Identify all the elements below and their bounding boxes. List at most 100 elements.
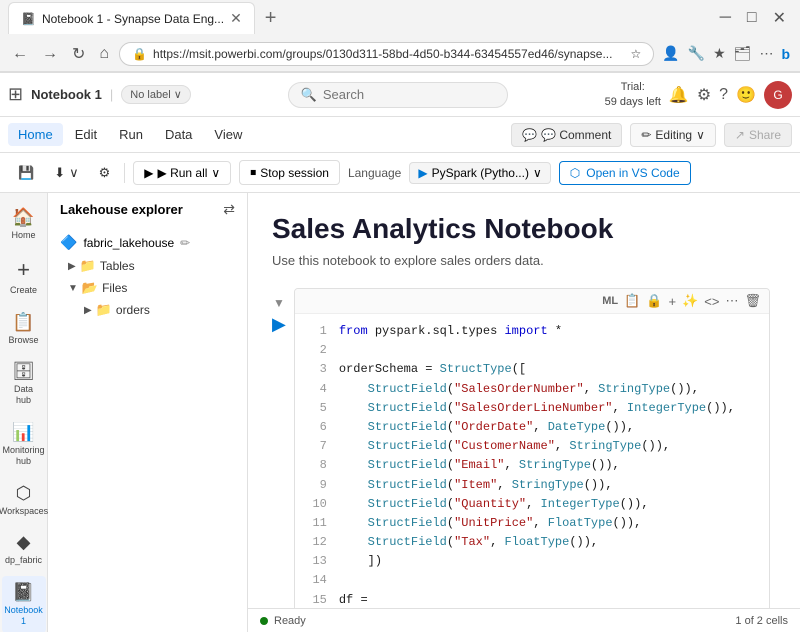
download-button[interactable]: ⬇ ∨ [48, 161, 84, 185]
notebook-title: Sales Analytics Notebook [272, 213, 770, 245]
label-chevron: ∨ [174, 89, 182, 101]
notebook-scroll[interactable]: Sales Analytics Notebook Use this notebo… [248, 193, 800, 608]
browser-chrome: 📓 Notebook 1 - Synapse Data Eng... ✕ + ─… [0, 0, 800, 73]
top-nav: ⊞ Notebook 1 | No label ∨ 🔍 Trial: 59 da… [0, 73, 800, 117]
sidebar-item-browse[interactable]: 📋 Browse [2, 306, 46, 352]
ribbon-tab-data[interactable]: Data [155, 123, 202, 146]
open-vs-code-button[interactable]: ⬡ Open in VS Code [559, 161, 691, 185]
extensions-icon[interactable]: 🔧 [686, 43, 707, 64]
help-button[interactable]: ? [719, 86, 728, 104]
tree-item-files[interactable]: ▼ 📂 Files [48, 277, 247, 299]
files-folder-icon: 📂 [82, 280, 98, 296]
sidebar-item-datahub[interactable]: 🗄 Data hub [2, 355, 46, 412]
create-icon: + [17, 257, 30, 283]
maximize-button[interactable]: □ [741, 7, 763, 29]
sidebar-item-monitoring[interactable]: 📊 Monitoring hub [2, 416, 46, 473]
cell-copy-button[interactable]: 📋 [624, 293, 640, 309]
code-line-9: 9 StructField("Item", StringType()), [307, 476, 757, 495]
waffle-icon[interactable]: ⊞ [8, 84, 23, 105]
browser-settings-icon[interactable]: ⋯ [757, 43, 775, 64]
editing-label: Editing [655, 128, 692, 142]
tab-close-button[interactable]: ✕ [230, 10, 242, 27]
ribbon-tab-run[interactable]: Run [109, 123, 153, 146]
favorites-icon[interactable]: ★ [711, 43, 728, 64]
lang-value: PySpark (Pytho...) [432, 166, 529, 180]
share-icon: ↗ [735, 128, 745, 142]
sidebar-item-workspaces[interactable]: ⬡ Workspaces [2, 477, 46, 523]
collections-icon[interactable]: 🗂 [732, 43, 754, 64]
code-line-15: 15 df = spark.read.format("csv").schema(… [307, 591, 757, 608]
trial-badge: Trial: 59 days left [605, 80, 661, 109]
explorer-header: Lakehouse explorer ⇄ [48, 193, 247, 226]
orders-folder-icon: 📁 [96, 302, 112, 318]
orders-arrow-icon: ▶ [84, 305, 92, 316]
cell-delete-button[interactable]: 🗑 [744, 293, 761, 309]
status-cells-label: 1 of 2 cells [735, 615, 788, 627]
run-all-button[interactable]: ▶ ▶ Run all ∨ [133, 161, 231, 185]
sidebar-workspaces-label: Workspaces [0, 506, 48, 517]
forward-button[interactable]: → [38, 43, 62, 65]
cell-expand-icon[interactable]: ▼ [273, 296, 285, 310]
tables-arrow-icon: ▶ [68, 261, 76, 272]
comment-button[interactable]: 💬 💬 Comment [511, 123, 622, 147]
avatar[interactable]: G [764, 81, 792, 109]
lakehouse-edit-icon[interactable]: ✏ [180, 236, 190, 250]
save-button[interactable]: 💾 [12, 161, 40, 185]
tree-item-orders[interactable]: ▶ 📁 orders [48, 299, 247, 321]
search-input[interactable] [323, 87, 443, 102]
stop-session-button[interactable]: ⏹ Stop session [239, 160, 340, 185]
back-button[interactable]: ← [8, 43, 32, 65]
lakehouse-item[interactable]: 🔷 fabric_lakehouse ✏ [48, 230, 247, 255]
cell-ml-button[interactable]: ML [602, 295, 618, 307]
code-line-11: 11 StructField("UnitPrice", FloatType())… [307, 514, 757, 533]
home-button[interactable]: ⌂ [95, 43, 113, 65]
workspaces-icon: ⬡ [16, 483, 32, 504]
minimize-button[interactable]: ─ [714, 7, 737, 29]
label-badge[interactable]: No label ∨ [121, 85, 190, 104]
url-field[interactable]: 🔒 https://msit.powerbi.com/groups/0130d3… [119, 42, 654, 66]
notifications-button[interactable]: 🔔 [669, 85, 689, 105]
comment-icon: 💬 [522, 128, 537, 142]
explorer-collapse-button[interactable]: ⇄ [223, 201, 235, 218]
cell-settings-button[interactable]: ⚙ [93, 161, 117, 185]
sidebar-item-notebook[interactable]: 📓 Notebook 1 [2, 576, 46, 632]
home-icon: 🏠 [12, 207, 34, 228]
notebook-subtitle: Use this notebook to explore sales order… [272, 253, 770, 268]
cell-code[interactable]: 1 from pyspark.sql.types import * 2 3 or [295, 314, 769, 608]
cell-lock-button[interactable]: 🔒 [646, 293, 662, 309]
cell-code-button[interactable]: <> [704, 294, 719, 309]
cell-add-button[interactable]: + [669, 294, 677, 309]
share-button[interactable]: ↗ Share [724, 123, 792, 147]
sidebar-item-dp-fabric[interactable]: ◆ dp_fabric [2, 526, 46, 572]
ribbon-tab-edit[interactable]: Edit [65, 123, 107, 146]
code-line-8: 8 StructField("Email", StringType()), [307, 456, 757, 475]
ribbon-tab-view[interactable]: View [204, 123, 252, 146]
language-selector[interactable]: ▶ PySpark (Pytho...) ∨ [409, 162, 550, 184]
sidebar-item-create[interactable]: + Create [2, 251, 46, 302]
feedback-button[interactable]: 🙂 [736, 85, 756, 105]
search-box[interactable]: 🔍 [288, 82, 508, 108]
tree-item-tables[interactable]: ▶ 📁 Tables [48, 255, 247, 277]
search-icon: 🔍 [301, 87, 317, 103]
cell-toolbar: ML 📋 🔒 + ✨ <> ⋯ 🗑 [295, 289, 769, 314]
explorer-body: 🔷 fabric_lakehouse ✏ ▶ 📁 Tables ▼ 📂 File… [48, 226, 247, 632]
star-icon[interactable]: ☆ [630, 47, 641, 61]
code-line-12: 12 StructField("Tax", FloatType()), [307, 533, 757, 552]
explorer-panel: Lakehouse explorer ⇄ 🔷 fabric_lakehouse … [48, 193, 248, 632]
editing-button[interactable]: ✏ Editing ∨ [630, 123, 716, 147]
settings-button[interactable]: ⚙ [697, 85, 711, 105]
cell-magic-button[interactable]: ✨ [682, 293, 698, 309]
sidebar-item-home[interactable]: 🏠 Home [2, 201, 46, 247]
cell-run-icon[interactable]: ▶ [272, 314, 286, 335]
profile-icon[interactable]: 👤 [660, 43, 681, 64]
refresh-button[interactable]: ↻ [68, 42, 89, 66]
close-window-button[interactable]: ✕ [767, 6, 792, 30]
notebook-content: Sales Analytics Notebook Use this notebo… [248, 193, 800, 608]
active-tab[interactable]: 📓 Notebook 1 - Synapse Data Eng... ✕ [8, 2, 255, 34]
cell-more-button[interactable]: ⋯ [725, 293, 738, 309]
ribbon-tab-home[interactable]: Home [8, 123, 63, 146]
url-text: https://msit.powerbi.com/groups/0130d311… [153, 47, 624, 61]
edge-copilot-icon[interactable]: b [779, 44, 792, 64]
new-tab-button[interactable]: + [259, 5, 283, 32]
lakehouse-icon: 🔷 [60, 234, 77, 251]
